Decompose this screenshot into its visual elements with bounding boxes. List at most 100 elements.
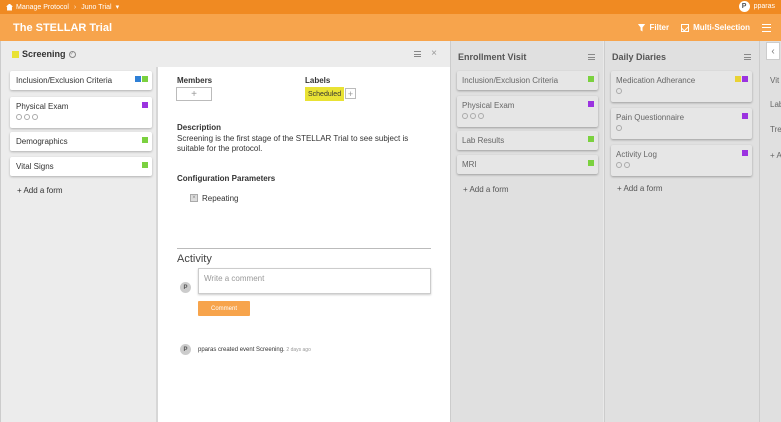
avatar: P [180,282,191,293]
form-card[interactable]: MRI [457,155,598,174]
breadcrumb-trial[interactable]: Juno Trial [81,4,111,11]
form-card-label: MRI [462,160,477,169]
form-card-label: Physical Exam [462,101,515,110]
breadcrumb-separator: › [73,3,77,11]
multi-selection-button[interactable]: Multi-Selection [681,23,750,32]
user-badge-icon [616,125,622,131]
check-badge-icon [616,162,622,168]
color-tag [142,102,148,108]
list-title[interactable]: Daily Diaries [612,52,666,62]
form-card-label[interactable]: Lab [770,100,781,109]
add-form-button[interactable]: + Add a form [463,185,509,194]
form-card-label: Activity Log [616,150,657,159]
form-card[interactable]: Inclusion/Exclusion Criteria [10,71,152,90]
color-tag [588,160,594,166]
form-cards-column: Inclusion/Exclusion Criteria Physical Ex… [1,67,158,422]
add-form-button[interactable]: + Add a form [17,186,63,195]
log-text: pparas created event Screening. [198,347,285,353]
form-card-label[interactable]: Vit [770,76,779,85]
breadcrumb-manage-protocol[interactable]: Manage Protocol [16,4,69,11]
log-timestamp: 2 days ago [286,347,311,353]
home-icon[interactable] [6,3,13,11]
list-screening: Screening ✓ × Inclusion/Exclusion Criter… [0,41,451,422]
form-card-label: Medication Adherance [616,76,696,85]
form-card[interactable]: Physical Exam [457,96,598,127]
check-circle-icon: ✓ [68,50,76,58]
form-card[interactable]: Physical Exam [10,97,152,128]
list-menu-icon[interactable] [414,51,422,57]
event-detail-panel: Members + Labels Scheduled + Description… [160,67,451,422]
label-color-swatch [12,50,19,58]
list-menu-icon[interactable] [744,54,751,60]
form-card[interactable]: Vital Signs [10,157,152,176]
form-card[interactable]: Pain Questionnaire [611,108,752,139]
color-tag [742,76,748,82]
check-badge-icon [616,88,622,94]
multi-selection-label: Multi-Selection [693,23,750,32]
user-badge-icon [470,113,476,119]
avatar: P [180,344,191,355]
labels-label: Labels [305,76,331,85]
form-card-label: Inclusion/Exclusion Criteria [16,76,113,85]
color-tag [588,136,594,142]
form-card-label: Physical Exam [16,102,69,111]
board-header: The STELLAR Trial Filter Multi-Selection [0,14,781,41]
color-tag [735,76,741,82]
menu-icon[interactable] [762,23,771,32]
color-tag [588,101,594,107]
username: pparas [753,3,775,10]
checkbox-icon [681,23,690,32]
user-menu[interactable]: P pparas [738,1,775,12]
color-tag [588,76,594,82]
config-params-label: Configuration Parameters [177,174,276,183]
check-badge-icon [16,114,22,120]
user-badge-icon [624,162,630,168]
form-card-label: Pain Questionnaire [616,113,685,122]
comment-button[interactable]: Comment [198,301,250,316]
board-title: The STELLAR Trial [13,21,113,34]
repeating-checkbox[interactable]: × [190,194,198,202]
divider [177,248,431,249]
check-badge-icon [462,113,468,119]
form-card-label: Lab Results [462,136,505,145]
list-header: Screening ✓ × [1,41,451,67]
form-card[interactable]: Lab Results [457,131,598,150]
top-nav-bar: Manage Protocol › Juno Trial ▾ P pparas [0,0,781,14]
list-menu-icon[interactable] [588,54,595,60]
filter-label: Filter [649,23,670,32]
add-form-button[interactable]: + A [770,151,781,160]
list-partially-visible: ‹ Vit Lab Tre + A [759,41,781,422]
label-chip-scheduled[interactable]: Scheduled [305,87,345,101]
color-tag [742,150,748,156]
user-badge-icon [24,114,30,120]
form-card[interactable]: Demographics [10,132,152,151]
list-title[interactable]: Enrollment Visit [458,52,526,62]
form-card-label: Demographics [16,137,68,146]
filter-button[interactable]: Filter [637,23,670,32]
avatar: P [738,1,750,12]
repeating-label: Repeating [202,194,239,203]
add-member-button[interactable]: + [176,87,212,101]
description-text[interactable]: Screening is the first stage of the STEL… [177,134,427,154]
add-form-button[interactable]: + Add a form [617,184,663,193]
activity-log-entry: pparas created event Screening. 2 days a… [198,347,311,353]
info-badge-icon [32,114,38,120]
info-badge-icon [478,113,484,119]
close-icon[interactable]: × [431,49,437,59]
color-tag [142,76,148,82]
form-card-label: Vital Signs [16,162,54,171]
chevron-left-icon[interactable]: ‹ [766,42,780,60]
color-tag [142,137,148,143]
members-label: Members [177,76,213,85]
form-card-label[interactable]: Tre [770,125,781,134]
chevron-down-icon[interactable]: ▾ [116,3,120,11]
add-label-button[interactable]: + [345,88,356,99]
form-card[interactable]: Activity Log [611,145,752,176]
form-card[interactable]: Medication Adherance [611,71,752,102]
list-enrollment-visit: Enrollment Visit Inclusion/Exclusion Cri… [450,41,603,422]
list-daily-diaries: Daily Diaries Medication Adherance Pain … [604,41,759,422]
list-title[interactable]: Screening [22,49,66,59]
form-card[interactable]: Inclusion/Exclusion Criteria [457,71,598,90]
description-label: Description [177,123,222,132]
comment-input[interactable]: Write a comment [198,268,431,294]
